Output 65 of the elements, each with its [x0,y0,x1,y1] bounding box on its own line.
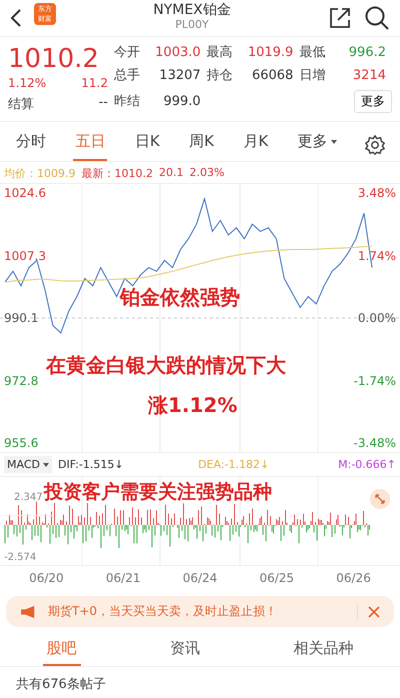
share-icon[interactable] [328,6,352,30]
date-label: 06/26 [336,571,371,585]
field-label: 持仓 [206,67,234,84]
y-axis-label: 1007.3 [4,248,46,263]
instrument-code: PL00Y [174,18,210,30]
post-count: 共有676条帖子 [15,676,107,694]
field-label: 最低 [299,44,326,62]
y-axis-label: 0.00% [358,311,396,325]
date-label: 06/20 [29,571,64,585]
caret-icon [330,140,337,144]
dea-value: DEA:-1.182↓ [198,458,270,471]
section-tab[interactable]: 相关品种 [289,633,358,666]
field-value: 996.2 [348,44,387,60]
notice-text: 期货T+0，当天买当天卖，及时止盈止损！ [48,603,278,620]
macd-value: M:-0.666↑ [338,458,396,471]
y-axis-label: 990.1 [4,311,38,325]
field-label: 今开 [114,44,141,62]
date-label: 06/24 [182,571,218,585]
close-icon[interactable] [368,606,380,618]
period-tab[interactable]: 日K [132,128,162,161]
change-amount: 11.2 [81,76,108,90]
search-icon[interactable] [364,5,390,31]
caption-text: 涨1.12% [148,392,238,419]
last-price: 1010.2 [8,43,100,75]
field-value: -- [98,95,108,112]
field-label: 昨结 [114,93,141,110]
settings-icon[interactable] [364,134,386,156]
field-value: 1019.9 [246,44,294,60]
caption-text: 在黄金白银大跌的情况下大 [46,352,286,379]
period-tab[interactable]: 月K [241,128,270,161]
y-axis-label: -3.48% [354,436,396,450]
date-label: 06/25 [259,571,294,585]
field-label: 总手 [114,67,141,84]
y-axis-label: 1024.6 [4,186,46,200]
field-value: 1003.0 [154,44,202,60]
back-icon[interactable] [10,8,22,28]
field-value: 13207 [158,68,202,83]
field-label: 最高 [206,44,234,62]
y-axis-label: -1.74% [354,374,396,388]
field-label: 日增 [299,67,326,84]
caret-icon [42,462,49,466]
instrument-title: NYMEX铂金 [152,2,232,18]
field-value: 999.0 [162,94,202,109]
y-axis-label: 955.6 [4,436,38,450]
y-axis-label: -2.574 [4,552,36,563]
period-tab[interactable]: 更多 [296,128,339,161]
latest-change-percent: 2.03% [190,166,224,181]
caption-text: 铂金依然强势 [120,284,240,311]
y-axis-label: 972.8 [4,374,38,388]
period-tab[interactable]: 周K [187,128,216,161]
latest-change: 20.1 [159,166,184,181]
period-tab[interactable]: 分时 [14,128,48,161]
field-label: 结算 [8,96,34,113]
y-axis-label: 3.48% [358,186,396,200]
dif-value: DIF:-1.515↓ [58,458,125,471]
section-tab[interactable]: 资讯 [166,633,204,666]
field-value: 3214 [352,68,387,83]
change-percent: 1.12% [8,76,46,90]
expand-icon[interactable] [370,489,390,509]
date-label: 06/21 [106,571,140,585]
indicator-dropdown[interactable]: MACD [4,456,52,473]
average-price: 均价：1009.9 [4,166,76,181]
latest-price: 最新：1010.2 [82,166,153,181]
more-button[interactable]: 更多 [354,90,392,113]
field-value: 66068 [250,68,294,83]
